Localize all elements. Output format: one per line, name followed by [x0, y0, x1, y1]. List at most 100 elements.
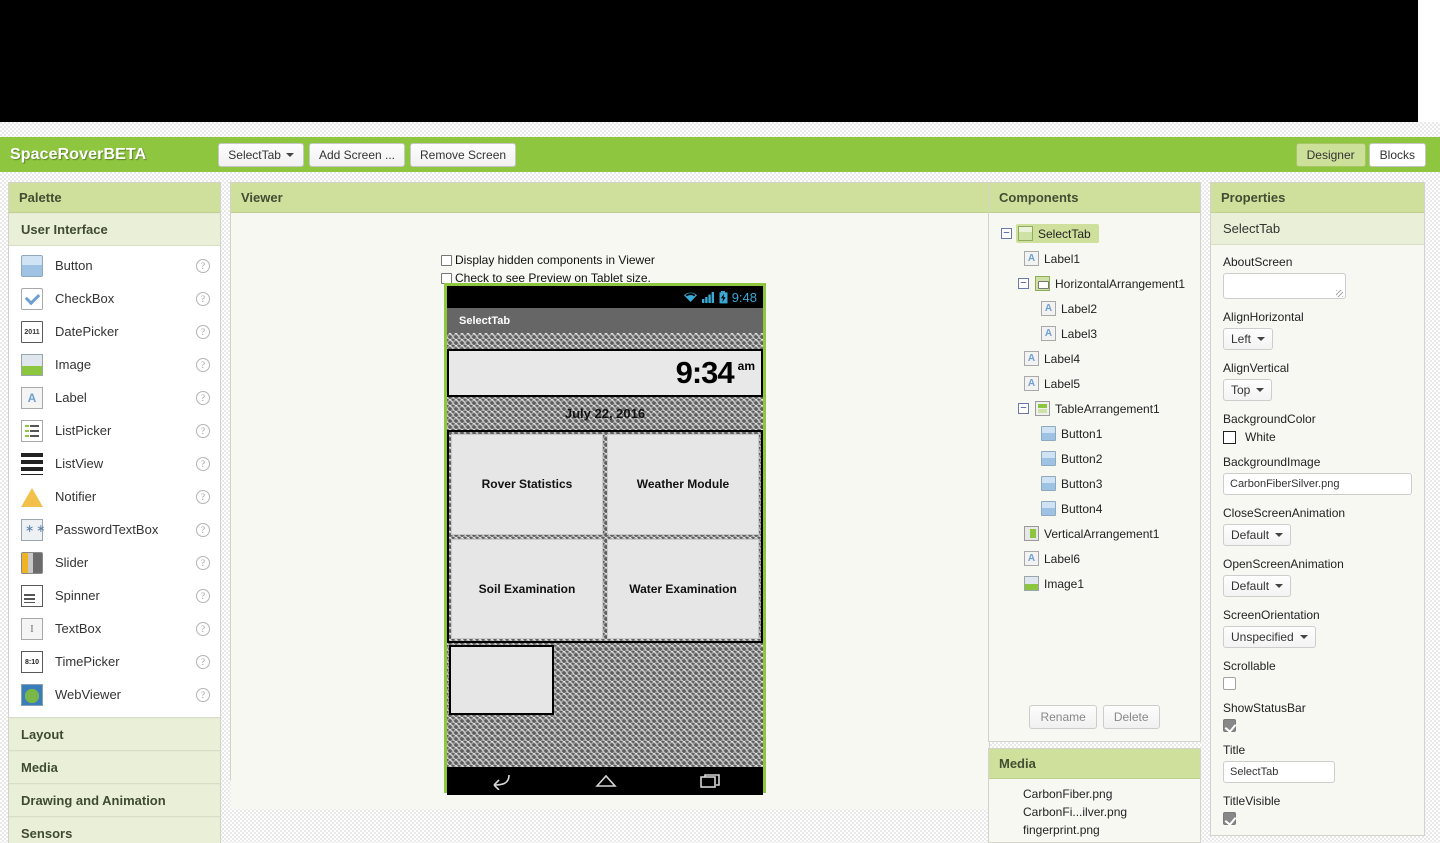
- palette-item-textbox[interactable]: I TextBox ?: [9, 612, 220, 645]
- tree-item-tablearrangement1[interactable]: − TableArrangement1: [995, 396, 1194, 421]
- help-icon[interactable]: ?: [196, 456, 210, 471]
- help-icon[interactable]: ?: [196, 654, 210, 669]
- palette-item-slider[interactable]: Slider ?: [9, 546, 220, 579]
- phone-button2[interactable]: Weather Module: [607, 434, 759, 535]
- openscreenanimation-value: Default: [1231, 579, 1270, 593]
- horizontal-arrangement1[interactable]: 9:34 am: [447, 349, 763, 397]
- recents-icon[interactable]: [699, 773, 723, 789]
- palette-item-datepicker[interactable]: 2011 DatePicker ?: [9, 315, 220, 348]
- help-icon[interactable]: ?: [196, 588, 210, 603]
- tree-item-button2[interactable]: Button2: [995, 446, 1194, 471]
- remove-screen-button[interactable]: Remove Screen: [410, 142, 517, 167]
- alignvertical-select[interactable]: Top: [1223, 379, 1273, 401]
- collapse-toggle-icon[interactable]: −: [1018, 278, 1029, 289]
- help-icon[interactable]: ?: [196, 621, 210, 636]
- help-icon[interactable]: ?: [196, 489, 210, 504]
- palette-group-user-interface[interactable]: User Interface: [9, 213, 220, 246]
- help-icon[interactable]: ?: [196, 324, 210, 339]
- media-item[interactable]: CarbonFiber.png: [989, 785, 1200, 803]
- scrollbar-gutter: [1418, 0, 1440, 122]
- tree-item-image1[interactable]: Image1: [995, 571, 1194, 596]
- tree-item-selecttab[interactable]: − SelectTab: [995, 221, 1194, 246]
- tree-item-horizontalarrangement1[interactable]: − HorizontalArrangement1: [995, 271, 1194, 296]
- screenorientation-select[interactable]: Unspecified: [1223, 626, 1316, 648]
- screen-selector-button[interactable]: SelectTab: [218, 142, 304, 167]
- chevron-down-icon: [1257, 337, 1266, 341]
- help-icon[interactable]: ?: [196, 357, 210, 372]
- help-icon[interactable]: ?: [196, 291, 210, 306]
- help-icon[interactable]: ?: [196, 390, 210, 405]
- backgroundimage-field[interactable]: CarbonFiberSilver.png: [1223, 473, 1412, 495]
- palette-item-passwordtextbox[interactable]: PasswordTextBox ?: [9, 513, 220, 546]
- tree-item-label5[interactable]: A Label5: [995, 371, 1194, 396]
- display-hidden-components-row[interactable]: Display hidden components in Viewer: [441, 253, 655, 267]
- display-hidden-components-checkbox[interactable]: [441, 254, 452, 266]
- add-screen-button[interactable]: Add Screen ...: [308, 142, 406, 167]
- phone-button3[interactable]: Soil Examination: [451, 538, 603, 639]
- palette-item-spinner[interactable]: Spinner ?: [9, 579, 220, 612]
- tree-item-label4[interactable]: A Label4: [995, 346, 1194, 371]
- palette-item-button[interactable]: Button ?: [9, 249, 220, 282]
- prop-label-screenorientation: ScreenOrientation: [1223, 608, 1320, 622]
- date-label[interactable]: July 22, 2016: [447, 397, 763, 430]
- help-icon[interactable]: ?: [196, 555, 210, 570]
- help-icon[interactable]: ?: [196, 687, 210, 702]
- listpicker-icon: [21, 419, 43, 442]
- tree-item-label2[interactable]: A Label2: [995, 296, 1194, 321]
- tree-item-label3[interactable]: A Label3: [995, 321, 1194, 346]
- palette-item-checkbox[interactable]: CheckBox ?: [9, 282, 220, 315]
- titlevisible-checkbox[interactable]: [1223, 812, 1236, 825]
- help-icon[interactable]: ?: [196, 522, 210, 537]
- palette-group-sensors[interactable]: Sensors: [9, 817, 220, 843]
- palette-item-timepicker[interactable]: 8:10 TimePicker ?: [9, 645, 220, 678]
- help-icon[interactable]: ?: [196, 258, 210, 273]
- delete-button[interactable]: Delete: [1102, 705, 1160, 729]
- password-icon: [21, 518, 47, 541]
- tree-item-label: Label6: [1044, 551, 1081, 566]
- label-icon: A: [1024, 251, 1039, 266]
- android-navigation-bar: [447, 767, 763, 795]
- vertical-arrangement1[interactable]: [449, 645, 554, 715]
- title-field[interactable]: SelectTab: [1223, 761, 1335, 783]
- help-icon[interactable]: ?: [196, 423, 210, 438]
- tree-item-label6[interactable]: A Label6: [995, 546, 1194, 571]
- back-icon[interactable]: [487, 772, 513, 790]
- closescreenanimation-select[interactable]: Default: [1223, 524, 1292, 546]
- tree-item-button4[interactable]: Button4: [995, 496, 1194, 521]
- alignhorizontal-select[interactable]: Left: [1223, 328, 1274, 350]
- tab-designer[interactable]: Designer: [1295, 143, 1366, 167]
- home-icon[interactable]: [593, 773, 619, 789]
- label1-spacer[interactable]: [447, 333, 763, 349]
- palette-group-drawing-and-animation[interactable]: Drawing and Animation: [9, 784, 220, 817]
- palette-item-label[interactable]: A Label ?: [9, 381, 220, 414]
- prop-label-alignhorizontal: AlignHorizontal: [1223, 310, 1304, 324]
- openscreenanimation-select[interactable]: Default: [1223, 575, 1292, 597]
- aboutscreen-textarea[interactable]: [1223, 273, 1346, 299]
- backgroundcolor-picker[interactable]: White: [1223, 430, 1412, 444]
- phone-button4[interactable]: Water Examination: [607, 538, 759, 639]
- palette-item-webviewer[interactable]: WebViewer ?: [9, 678, 220, 711]
- palette-item-listpicker[interactable]: ListPicker ?: [9, 414, 220, 447]
- collapse-toggle-icon[interactable]: −: [1018, 403, 1029, 414]
- tree-item-verticalarrangement1[interactable]: VerticalArrangement1: [995, 521, 1194, 546]
- palette-group-media[interactable]: Media: [9, 751, 220, 784]
- tree-item-button1[interactable]: Button1: [995, 421, 1194, 446]
- palette-item-listview[interactable]: ListView ?: [9, 447, 220, 480]
- scrollable-checkbox[interactable]: [1223, 677, 1236, 690]
- tree-item-label1[interactable]: A Label1: [995, 246, 1194, 271]
- palette-item-notifier[interactable]: Notifier ?: [9, 480, 220, 513]
- screen-toolbar: SelectTab Add Screen ... Remove Screen: [218, 142, 517, 167]
- media-item[interactable]: CarbonFi...ilver.png: [989, 803, 1200, 821]
- phone-button1[interactable]: Rover Statistics: [451, 434, 603, 535]
- button-icon: [1041, 426, 1056, 441]
- tablet-preview-checkbox[interactable]: [441, 272, 452, 284]
- tree-item-button3[interactable]: Button3: [995, 471, 1194, 496]
- tab-blocks[interactable]: Blocks: [1368, 143, 1426, 167]
- rename-button[interactable]: Rename: [1029, 705, 1097, 729]
- collapse-toggle-icon[interactable]: −: [1001, 228, 1012, 239]
- showstatusbar-checkbox[interactable]: [1223, 719, 1236, 732]
- palette-item-image[interactable]: Image ?: [9, 348, 220, 381]
- media-item[interactable]: fingerprint.png: [989, 821, 1200, 839]
- properties-fields: AboutScreen AlignHorizontal Left AlignVe…: [1211, 245, 1424, 835]
- palette-group-layout[interactable]: Layout: [9, 718, 220, 751]
